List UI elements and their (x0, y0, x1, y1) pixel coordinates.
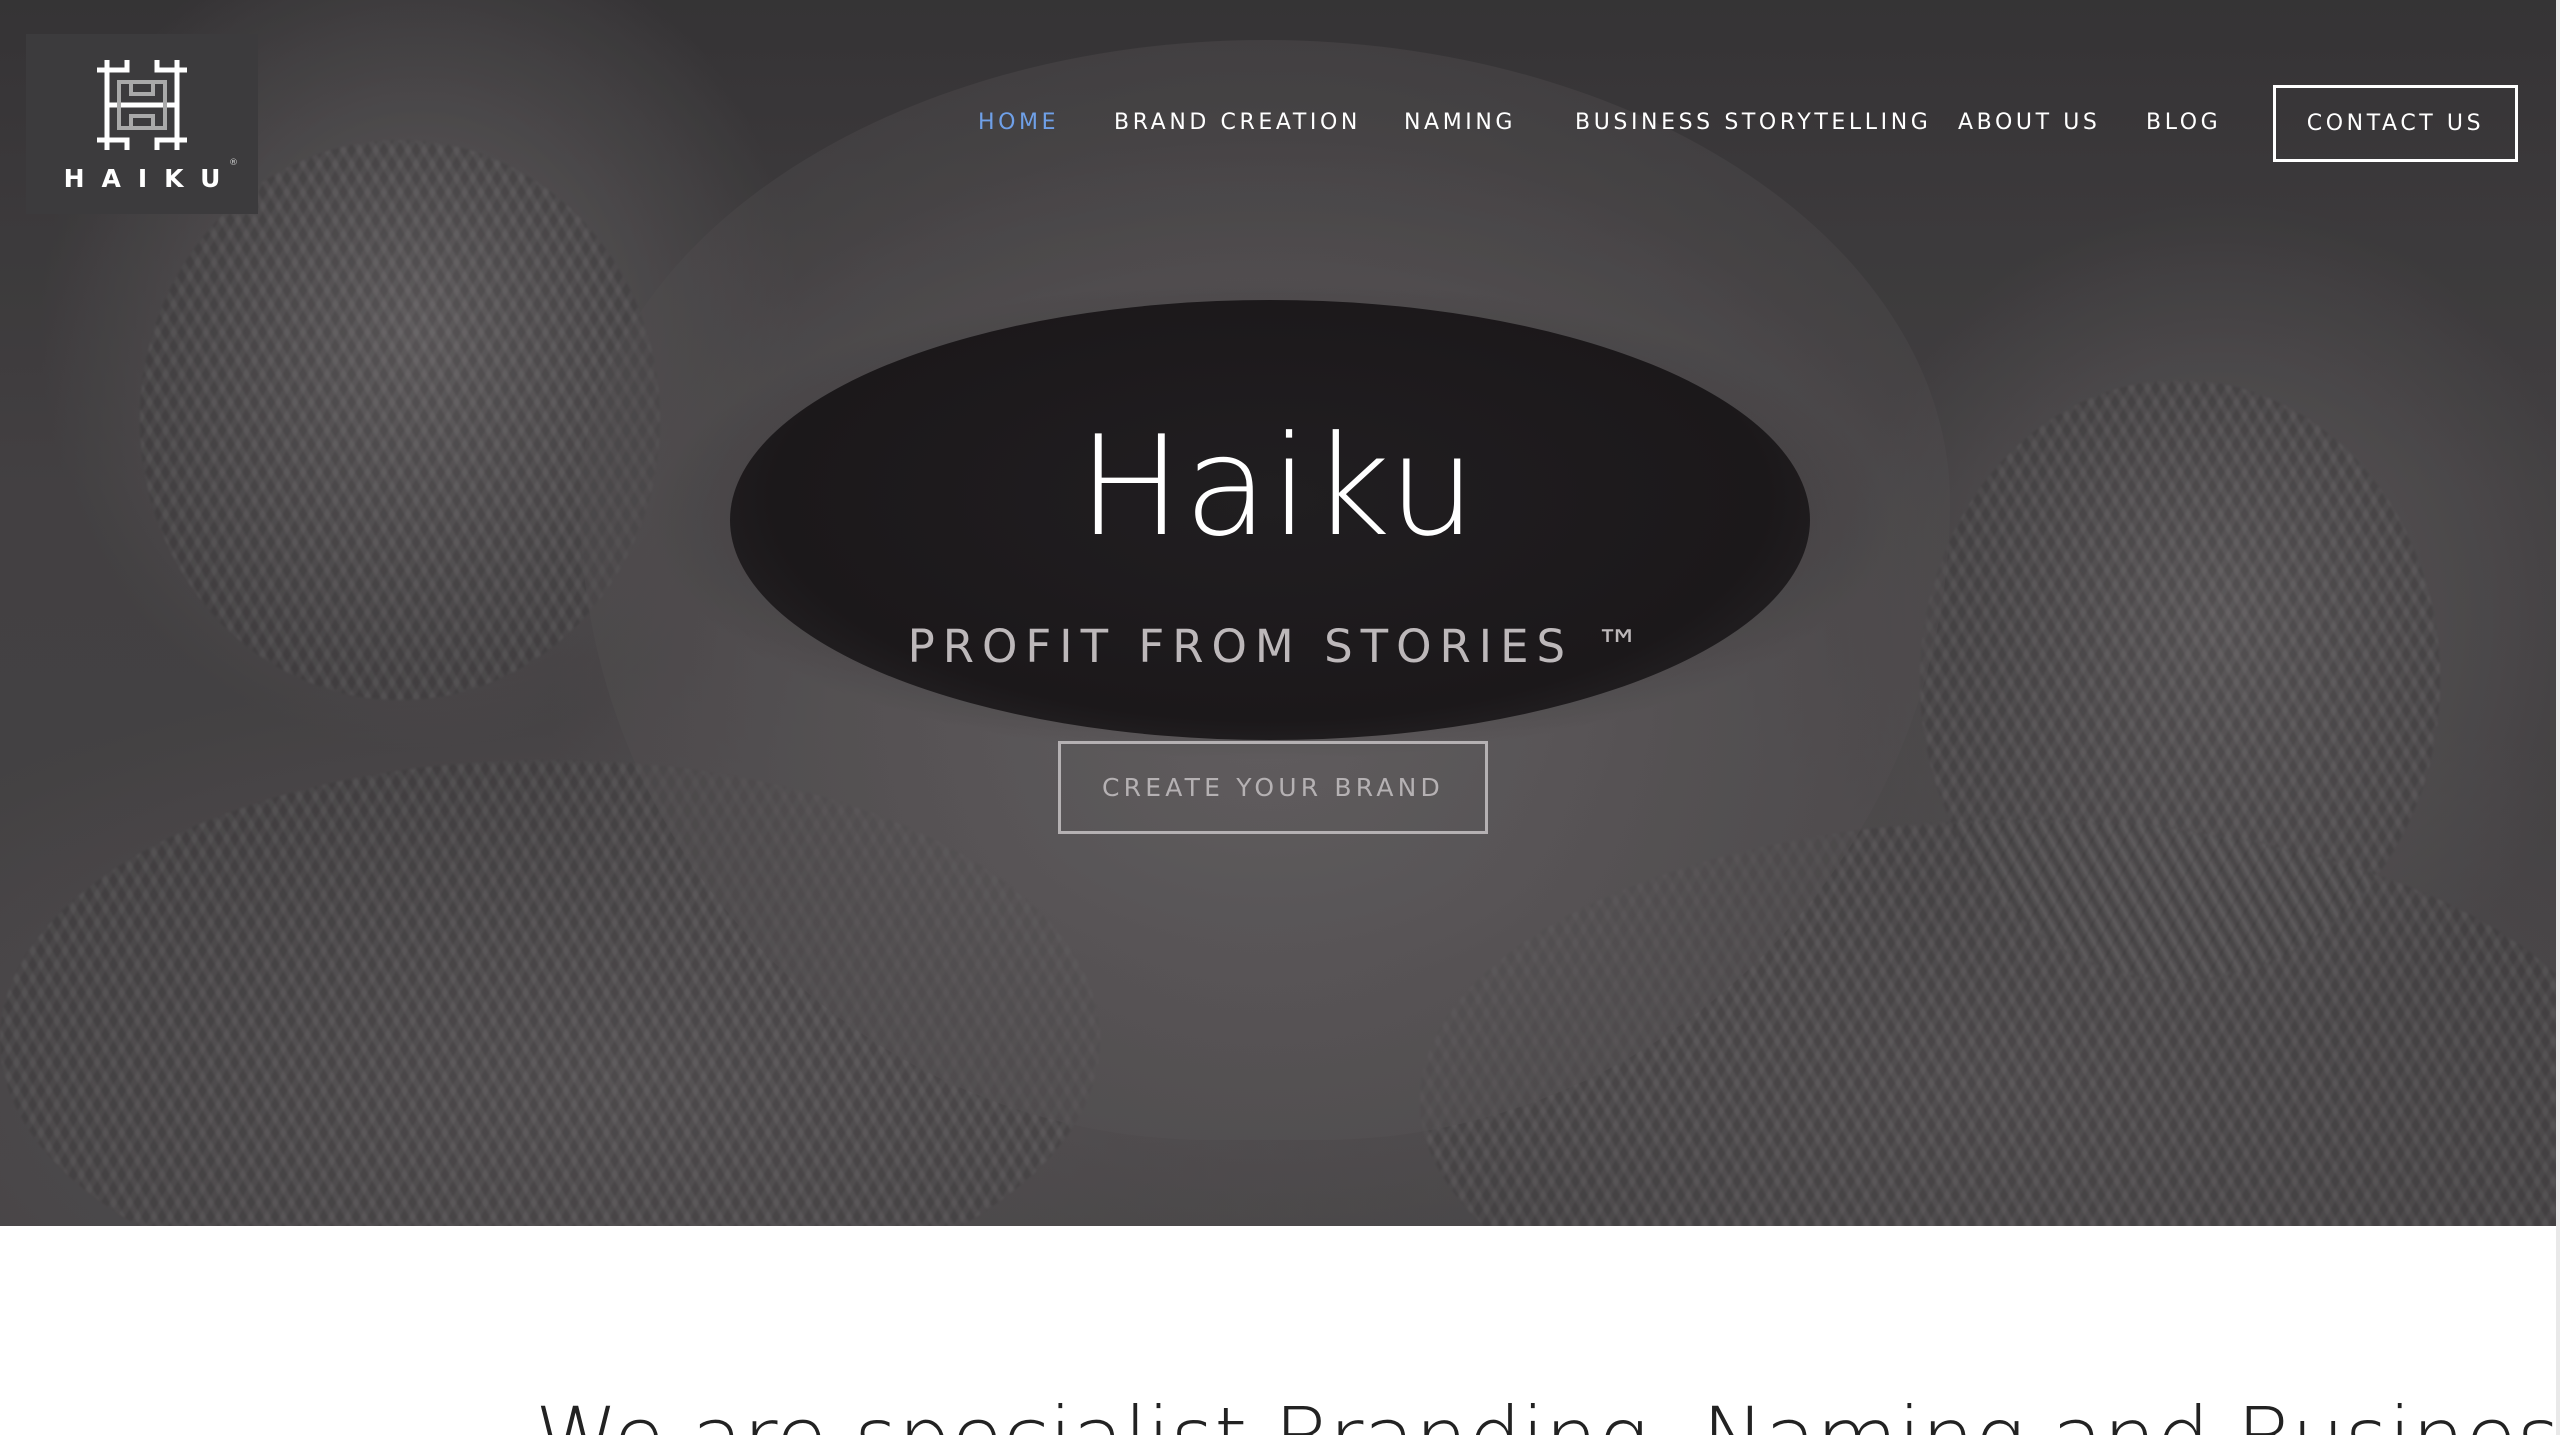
page-scrollbar[interactable] (2556, 0, 2560, 1435)
nav-item-about-us[interactable]: ABOUT US (1958, 110, 2100, 135)
nav-item-brand-creation[interactable]: BRAND CREATION (1114, 110, 1361, 135)
intro-heading: We are specialist Branding, Naming and B… (535, 1396, 2560, 1435)
page: HAIKU ® HOME BRAND CREATION NAMING BUSIN… (0, 0, 2560, 1435)
hero-section: HAIKU ® HOME BRAND CREATION NAMING BUSIN… (0, 0, 2556, 1226)
create-your-brand-button[interactable]: CREATE YOUR BRAND (1058, 741, 1488, 834)
hero-subtitle: PROFIT FROM STORIES ™ (907, 620, 1649, 673)
main-nav: HOME BRAND CREATION NAMING BUSINESS STOR… (0, 0, 2556, 170)
intro-section: We are specialist Branding, Naming and B… (0, 1226, 2560, 1435)
contact-us-button[interactable]: CONTACT US (2273, 85, 2518, 162)
nav-item-naming[interactable]: NAMING (1404, 110, 1516, 135)
hero-title: Haiku (1078, 406, 1478, 567)
nav-item-blog[interactable]: BLOG (2146, 110, 2221, 135)
nav-item-business-storytelling[interactable]: BUSINESS STORYTELLING (1575, 110, 1931, 135)
hero-overlay (0, 0, 2556, 1226)
nav-item-home[interactable]: HOME (978, 110, 1059, 135)
